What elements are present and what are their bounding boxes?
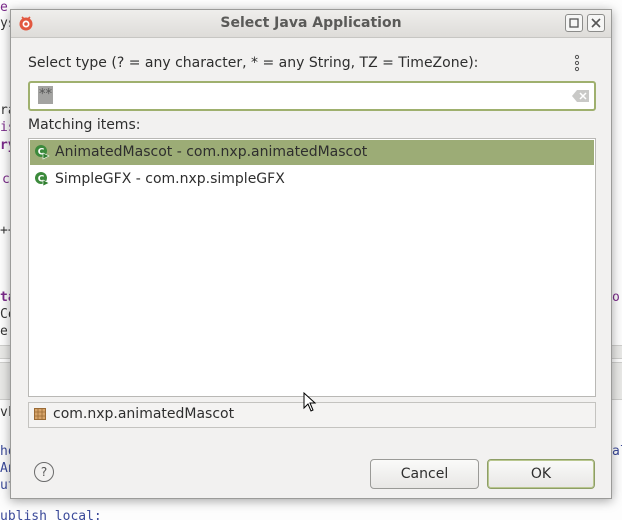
- filter-label: Select type (? = any character, * = any …: [28, 55, 479, 71]
- title-bar[interactable]: Select Java Application: [11, 10, 611, 38]
- java-class-run-icon: C: [35, 145, 50, 160]
- filter-input-value[interactable]: **: [38, 86, 53, 104]
- close-icon: [591, 18, 601, 28]
- list-item[interactable]: C AnimatedMascot - com.nxp.animatedMasco…: [30, 140, 594, 165]
- view-menu-icon[interactable]: [573, 54, 581, 72]
- code-fragment: o: [612, 290, 620, 305]
- select-java-application-dialog: Select Java Application Select type (? =…: [10, 9, 612, 499]
- matching-items-label: Matching items:: [28, 117, 141, 133]
- help-button[interactable]: ?: [34, 462, 54, 482]
- ok-button[interactable]: OK: [487, 459, 595, 489]
- list-item-label: SimpleGFX - com.nxp.simpleGFX: [55, 171, 285, 187]
- maximize-icon: [569, 18, 579, 28]
- type-filter-input[interactable]: **: [28, 81, 596, 111]
- list-item[interactable]: C SimpleGFX - com.nxp.simpleGFX: [30, 167, 594, 192]
- matching-items-list[interactable]: C AnimatedMascot - com.nxp.animatedMasco…: [28, 138, 596, 397]
- list-item-label: AnimatedMascot - com.nxp.animatedMascot: [55, 144, 368, 160]
- cancel-button[interactable]: Cancel: [370, 459, 479, 489]
- code-fragment: c: [2, 172, 10, 187]
- package-label: com.nxp.animatedMascot: [53, 406, 235, 422]
- maximize-button[interactable]: [565, 14, 583, 32]
- code-fragment: e: [0, 0, 8, 15]
- code-fragment: ublish local:: [0, 509, 102, 524]
- dialog-title: Select Java Application: [220, 15, 402, 31]
- close-button[interactable]: [587, 14, 605, 32]
- package-icon: [34, 408, 46, 420]
- mouse-cursor-icon: [303, 392, 317, 412]
- clear-text-icon[interactable]: [572, 89, 590, 103]
- java-class-run-icon: C: [35, 172, 50, 187]
- code-fragment: al: [612, 444, 622, 459]
